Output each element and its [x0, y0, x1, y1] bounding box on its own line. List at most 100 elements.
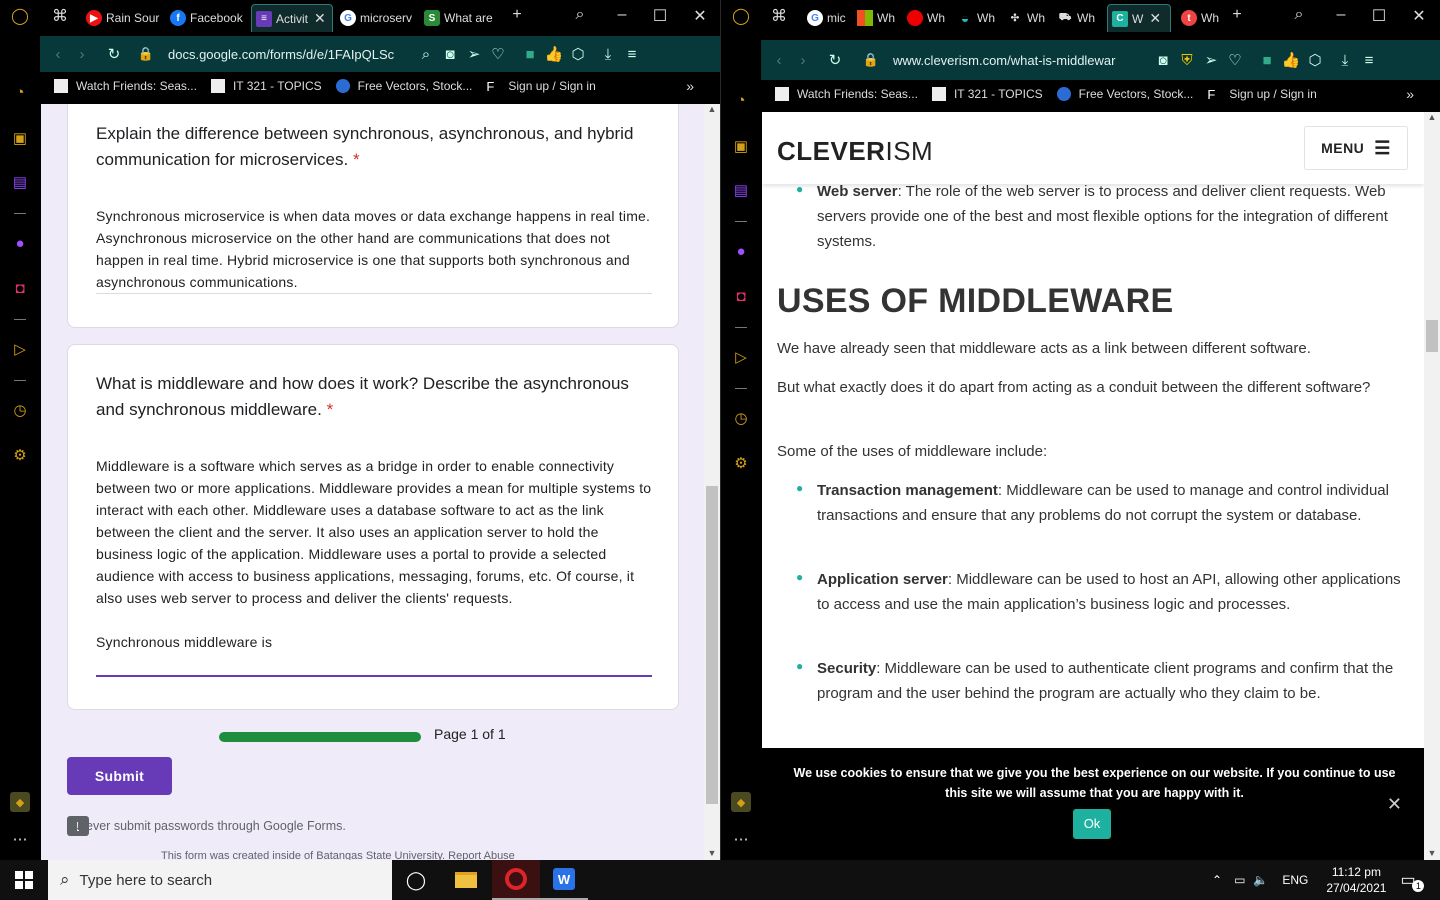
scroll-down-icon[interactable]: ▼: [704, 848, 720, 858]
adblock-shield-icon[interactable]: ⛨: [1175, 52, 1199, 69]
search-tabs-icon[interactable]: ⌕: [568, 6, 592, 24]
scroll-up-icon[interactable]: ▲: [1424, 112, 1440, 122]
menu-button[interactable]: MENU ☰: [1304, 126, 1408, 170]
bookmark-sign-in[interactable]: F Sign up / Sign in: [486, 79, 595, 94]
clock[interactable]: 11:12 pm 27/04/2021: [1326, 864, 1386, 896]
start-button[interactable]: [0, 860, 48, 900]
box-icon[interactable]: ⬡: [1303, 51, 1327, 69]
answer-textarea-2[interactable]: Middleware is a software which serves as…: [96, 455, 652, 653]
bookmark-friends[interactable]: Watch Friends: Seas...: [54, 79, 197, 93]
maximize-icon[interactable]: ☐: [1367, 6, 1391, 26]
heart-icon[interactable]: ♡: [1223, 51, 1247, 69]
reload-icon[interactable]: ↻: [823, 51, 847, 69]
back-icon[interactable]: ‹: [767, 52, 791, 69]
tab-site-4[interactable]: ◒ Wh: [953, 4, 997, 32]
new-tab-icon[interactable]: +: [505, 6, 529, 24]
instagram-icon[interactable]: ◘: [731, 286, 751, 306]
bookmark-it321[interactable]: IT 321 - TOPICS: [210, 79, 322, 93]
more-icon[interactable]: ⋯: [731, 829, 751, 849]
reload-icon[interactable]: ↻: [102, 45, 126, 63]
settings-icon[interactable]: ⚙: [10, 445, 30, 465]
taskbar-search[interactable]: ⌕ Type here to search: [48, 860, 392, 900]
tab-rain-sounds[interactable]: ▶ Rain Sour: [82, 4, 160, 32]
scroll-thumb[interactable]: [706, 486, 718, 804]
tab-site-8[interactable]: t Wh: [1177, 4, 1221, 32]
more-icon[interactable]: ⋯: [10, 829, 30, 849]
download-icon[interactable]: ⤓: [1333, 52, 1357, 69]
bookmark-free-vectors[interactable]: Free Vectors, Stock...: [1056, 87, 1193, 101]
tab-what-are[interactable]: S What are: [420, 4, 498, 32]
volume-icon[interactable]: 🔈: [1253, 873, 1268, 887]
back-icon[interactable]: ‹: [46, 46, 70, 63]
workspace-icon[interactable]: ▣: [731, 136, 751, 156]
twitch-icon[interactable]: ▤: [731, 180, 751, 200]
history-icon[interactable]: ◷: [10, 400, 30, 420]
speed-dial-icon[interactable]: ◔: [731, 90, 751, 110]
minimize-icon[interactable]: –: [610, 6, 634, 24]
easy-setup-icon[interactable]: ≡: [1357, 52, 1381, 69]
url-field[interactable]: docs.google.com/forms/d/e/1FAIpQLSc: [168, 47, 418, 62]
snapshot-icon[interactable]: ◙: [438, 46, 462, 63]
messenger-icon[interactable]: ●: [731, 241, 751, 261]
bookmark-sign-in[interactable]: F Sign up / Sign in: [1207, 87, 1316, 102]
history-icon[interactable]: ◷: [731, 408, 751, 428]
easy-setup-icon[interactable]: ≡: [620, 46, 644, 63]
forward-icon[interactable]: ›: [70, 46, 94, 63]
thumbs-up-icon[interactable]: 👍: [1279, 51, 1303, 69]
messenger-icon[interactable]: ●: [10, 233, 30, 253]
scroll-up-icon[interactable]: ▲: [704, 104, 720, 114]
minimize-icon[interactable]: –: [1329, 6, 1353, 24]
send-icon[interactable]: ➢: [462, 45, 486, 63]
tab-cleverism[interactable]: C W ✕: [1107, 4, 1171, 32]
file-explorer-icon[interactable]: [442, 860, 490, 900]
gamepad-icon[interactable]: ⌘: [48, 6, 72, 26]
show-hidden-icon[interactable]: ⌃: [1212, 873, 1222, 887]
more-bookmarks-icon[interactable]: »: [686, 78, 694, 94]
scrollbar[interactable]: ▲ ▼: [704, 104, 720, 860]
new-tab-icon[interactable]: +: [1225, 6, 1249, 24]
bookmark-it321[interactable]: IT 321 - TOPICS: [931, 87, 1043, 101]
zoom-icon[interactable]: ⌕: [414, 46, 438, 63]
close-icon[interactable]: ✕: [1387, 794, 1402, 814]
thumbs-up-icon[interactable]: 👍: [542, 45, 566, 63]
extension-bottom-icon[interactable]: ◆: [10, 792, 30, 812]
url-field[interactable]: www.cleverism.com/what-is-middlewar: [893, 53, 1151, 68]
close-window-icon[interactable]: ✕: [688, 6, 712, 26]
submit-button[interactable]: Submit: [67, 757, 172, 795]
twitch-icon[interactable]: ▤: [10, 172, 30, 192]
player-icon[interactable]: ▷: [731, 347, 751, 367]
opera-menu-icon[interactable]: ◯: [8, 6, 32, 26]
tab-site-6[interactable]: ⛟ Wh: [1053, 4, 1097, 32]
bookmark-friends[interactable]: Watch Friends: Seas...: [775, 87, 918, 101]
extension-icon[interactable]: ■: [1255, 52, 1279, 69]
network-icon[interactable]: ▭: [1234, 873, 1245, 887]
tab-activity-form[interactable]: ≡ Activit ✕: [251, 4, 333, 32]
close-tab-icon[interactable]: ✕: [314, 10, 326, 27]
task-view-icon[interactable]: ◯: [392, 860, 440, 900]
instagram-icon[interactable]: ◘: [10, 278, 30, 298]
cleverism-logo[interactable]: CLEVERISM: [777, 136, 933, 167]
extension-icon[interactable]: ■: [518, 46, 542, 63]
opera-taskbar-icon[interactable]: [492, 860, 540, 900]
scrollbar[interactable]: ▲ ▼: [1424, 112, 1440, 860]
close-window-icon[interactable]: ✕: [1407, 6, 1431, 26]
scroll-down-icon[interactable]: ▼: [1424, 848, 1440, 858]
send-icon[interactable]: ➢: [1199, 51, 1223, 69]
search-tabs-icon[interactable]: ⌕: [1287, 6, 1311, 24]
heart-icon[interactable]: ♡: [486, 45, 510, 63]
tab-redhat[interactable]: Wh: [903, 4, 947, 32]
cookie-ok-button[interactable]: Ok: [1073, 809, 1111, 839]
tab-google-search[interactable]: Gmic: [803, 4, 847, 32]
close-tab-icon[interactable]: ✕: [1149, 10, 1161, 27]
box-icon[interactable]: ⬡: [566, 45, 590, 63]
gamepad-icon[interactable]: ⌘: [767, 6, 791, 26]
tab-facebook[interactable]: f Facebook: [166, 4, 246, 32]
maximize-icon[interactable]: ☐: [648, 6, 672, 26]
settings-icon[interactable]: ⚙: [731, 453, 751, 473]
bookmark-free-vectors[interactable]: Free Vectors, Stock...: [335, 79, 472, 93]
notifications-icon[interactable]: ▭ 1: [1400, 870, 1425, 892]
workspace-icon[interactable]: ▣: [10, 128, 30, 148]
wps-icon[interactable]: W: [540, 860, 588, 900]
download-icon[interactable]: ⤓: [596, 46, 620, 63]
more-bookmarks-icon[interactable]: »: [1406, 86, 1414, 102]
